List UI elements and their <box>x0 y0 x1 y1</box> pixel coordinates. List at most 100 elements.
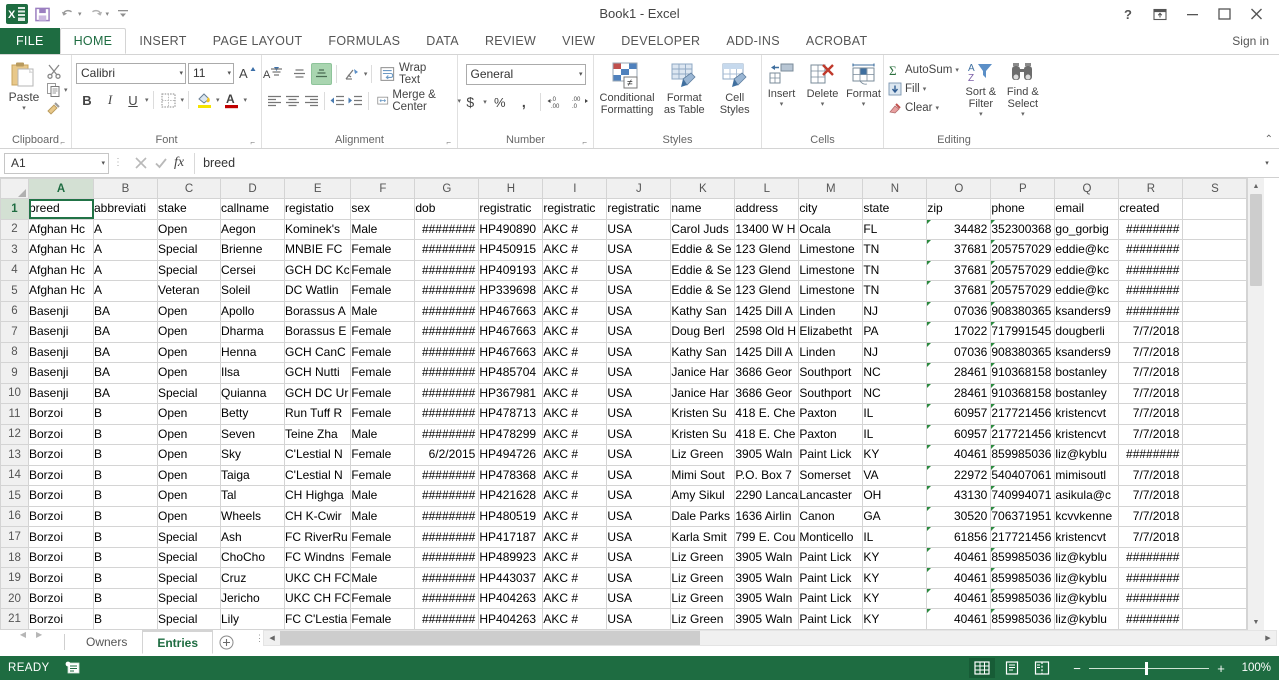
cell-D14[interactable]: Taiga <box>220 465 285 487</box>
cell-G19[interactable]: ######## <box>414 567 480 589</box>
bold-button[interactable]: B <box>76 89 98 111</box>
sheet-tab-owners[interactable]: Owners <box>71 630 142 654</box>
cell-R19[interactable]: ######## <box>1118 567 1184 589</box>
cell-P10[interactable]: 910368158 <box>990 383 1056 405</box>
cell-N17[interactable]: IL <box>862 526 928 548</box>
cell-Q8[interactable]: ksanders9 <box>1054 342 1120 364</box>
cell-M17[interactable]: Monticello <box>798 526 864 548</box>
cell-L8[interactable]: 1425 Dill A <box>734 342 800 364</box>
column-header-m[interactable]: M <box>798 178 864 199</box>
cell-M11[interactable]: Paxton <box>798 403 864 425</box>
cell-E21[interactable]: FC C'Lestia <box>284 608 352 630</box>
cell-G16[interactable]: ######## <box>414 506 480 528</box>
cell-G1[interactable]: dob <box>414 198 480 220</box>
cell-I5[interactable]: AKC # <box>542 280 608 302</box>
cell-E13[interactable]: C'Lestial N <box>284 444 352 466</box>
cell-J9[interactable]: USA <box>606 362 672 384</box>
cell-E4[interactable]: GCH DC Kc <box>284 260 352 282</box>
cell-H21[interactable]: HP404263 <box>478 608 544 630</box>
cell-O21[interactable]: 40461 <box>926 608 992 630</box>
column-header-c[interactable]: C <box>157 178 221 199</box>
cell-M16[interactable]: Canon <box>798 506 864 528</box>
font-color-button[interactable]: A <box>221 89 243 111</box>
cell-K14[interactable]: Mimi Sout <box>670 465 736 487</box>
cell-L20[interactable]: 3905 Waln <box>734 588 800 610</box>
cell-C20[interactable]: Special <box>157 588 221 610</box>
cell-N6[interactable]: NJ <box>862 301 928 323</box>
cell-C21[interactable]: Special <box>157 608 221 630</box>
cell-H11[interactable]: HP478713 <box>478 403 544 425</box>
cell-L3[interactable]: 123 Glend <box>734 239 800 261</box>
tab-home[interactable]: HOME <box>59 28 127 54</box>
cell-E5[interactable]: DC Watlin <box>284 280 352 302</box>
cell-N10[interactable]: NC <box>862 383 928 405</box>
cell-Q4[interactable]: eddie@kc <box>1054 260 1120 282</box>
cell-H15[interactable]: HP421628 <box>478 485 544 507</box>
cell-C12[interactable]: Open <box>157 424 221 446</box>
cell-G9[interactable]: ######## <box>414 362 480 384</box>
tab-add-ins[interactable]: ADD-INS <box>713 28 793 54</box>
cell-S14[interactable] <box>1182 465 1248 487</box>
tab-acrobat[interactable]: ACROBAT <box>793 28 881 54</box>
cell-E14[interactable]: C'Lestial N <box>284 465 352 487</box>
cell-J6[interactable]: USA <box>606 301 672 323</box>
cell-A19[interactable]: Borzoi <box>28 567 94 589</box>
column-header-l[interactable]: L <box>734 178 800 199</box>
column-header-e[interactable]: E <box>284 178 352 199</box>
cell-I11[interactable]: AKC # <box>542 403 608 425</box>
cell-A9[interactable]: Basenji <box>28 362 94 384</box>
next-sheet-icon[interactable]: ▶ <box>36 630 42 639</box>
cell-E12[interactable]: Teine Zha <box>284 424 352 446</box>
cell-F20[interactable]: Female <box>350 588 416 610</box>
cell-K18[interactable]: Liz Green <box>670 547 736 569</box>
column-header-g[interactable]: G <box>414 178 480 199</box>
cell-Q6[interactable]: ksanders9 <box>1054 301 1120 323</box>
cell-K9[interactable]: Janice Har <box>670 362 736 384</box>
cell-P19[interactable]: 859985036 <box>990 567 1056 589</box>
save-icon[interactable] <box>30 2 54 26</box>
cell-O10[interactable]: 28461 <box>926 383 992 405</box>
cell-D13[interactable]: Sky <box>220 444 285 466</box>
horizontal-scrollbar[interactable]: ◀ ▶ <box>263 630 1277 646</box>
clipboard-dialog-launcher-icon[interactable]: ⌐ <box>60 138 65 147</box>
cell-F2[interactable]: Male <box>350 219 416 241</box>
cell-M2[interactable]: Ocala <box>798 219 864 241</box>
cell-A17[interactable]: Borzoi <box>28 526 94 548</box>
cell-A14[interactable]: Borzoi <box>28 465 94 487</box>
cell-K2[interactable]: Carol Juds <box>670 219 736 241</box>
cell-G20[interactable]: ######## <box>414 588 480 610</box>
cell-M19[interactable]: Paint Lick <box>798 567 864 589</box>
cell-S6[interactable] <box>1182 301 1248 323</box>
row-header-11[interactable]: 11 <box>0 403 29 425</box>
horizontal-scroll-track[interactable] <box>280 631 1260 645</box>
cell-D10[interactable]: Quianna <box>220 383 285 405</box>
row-header-9[interactable]: 9 <box>0 362 29 384</box>
zoom-slider-track[interactable] <box>1089 661 1209 675</box>
cell-P18[interactable]: 859985036 <box>990 547 1056 569</box>
tab-data[interactable]: DATA <box>413 28 472 54</box>
align-left-button[interactable] <box>266 90 283 112</box>
cell-P8[interactable]: 908380365 <box>990 342 1056 364</box>
tab-insert[interactable]: INSERT <box>126 28 199 54</box>
comma-format-button[interactable]: , <box>513 91 535 113</box>
cell-D20[interactable]: Jericho <box>220 588 285 610</box>
tab-page-layout[interactable]: PAGE LAYOUT <box>200 28 316 54</box>
cell-D3[interactable]: Brienne <box>220 239 285 261</box>
sort-filter-button[interactable]: A Z Sort & Filter ▾ <box>961 60 1001 119</box>
cell-I7[interactable]: AKC # <box>542 321 608 343</box>
cell-L9[interactable]: 3686 Geor <box>734 362 800 384</box>
cell-O8[interactable]: 07036 <box>926 342 992 364</box>
cell-F18[interactable]: Female <box>350 547 416 569</box>
cell-N14[interactable]: VA <box>862 465 928 487</box>
cell-M12[interactable]: Paxton <box>798 424 864 446</box>
cell-L12[interactable]: 418 E. Che <box>734 424 800 446</box>
cell-G21[interactable]: ######## <box>414 608 480 630</box>
cell-H18[interactable]: HP489923 <box>478 547 544 569</box>
cell-Q2[interactable]: go_gorbig <box>1054 219 1120 241</box>
cell-K3[interactable]: Eddie & Se <box>670 239 736 261</box>
cell-C17[interactable]: Special <box>157 526 221 548</box>
underline-button[interactable]: U <box>122 89 144 111</box>
cell-B2[interactable]: A <box>93 219 158 241</box>
cell-P14[interactable]: 540407061 <box>990 465 1056 487</box>
cell-B15[interactable]: B <box>93 485 158 507</box>
